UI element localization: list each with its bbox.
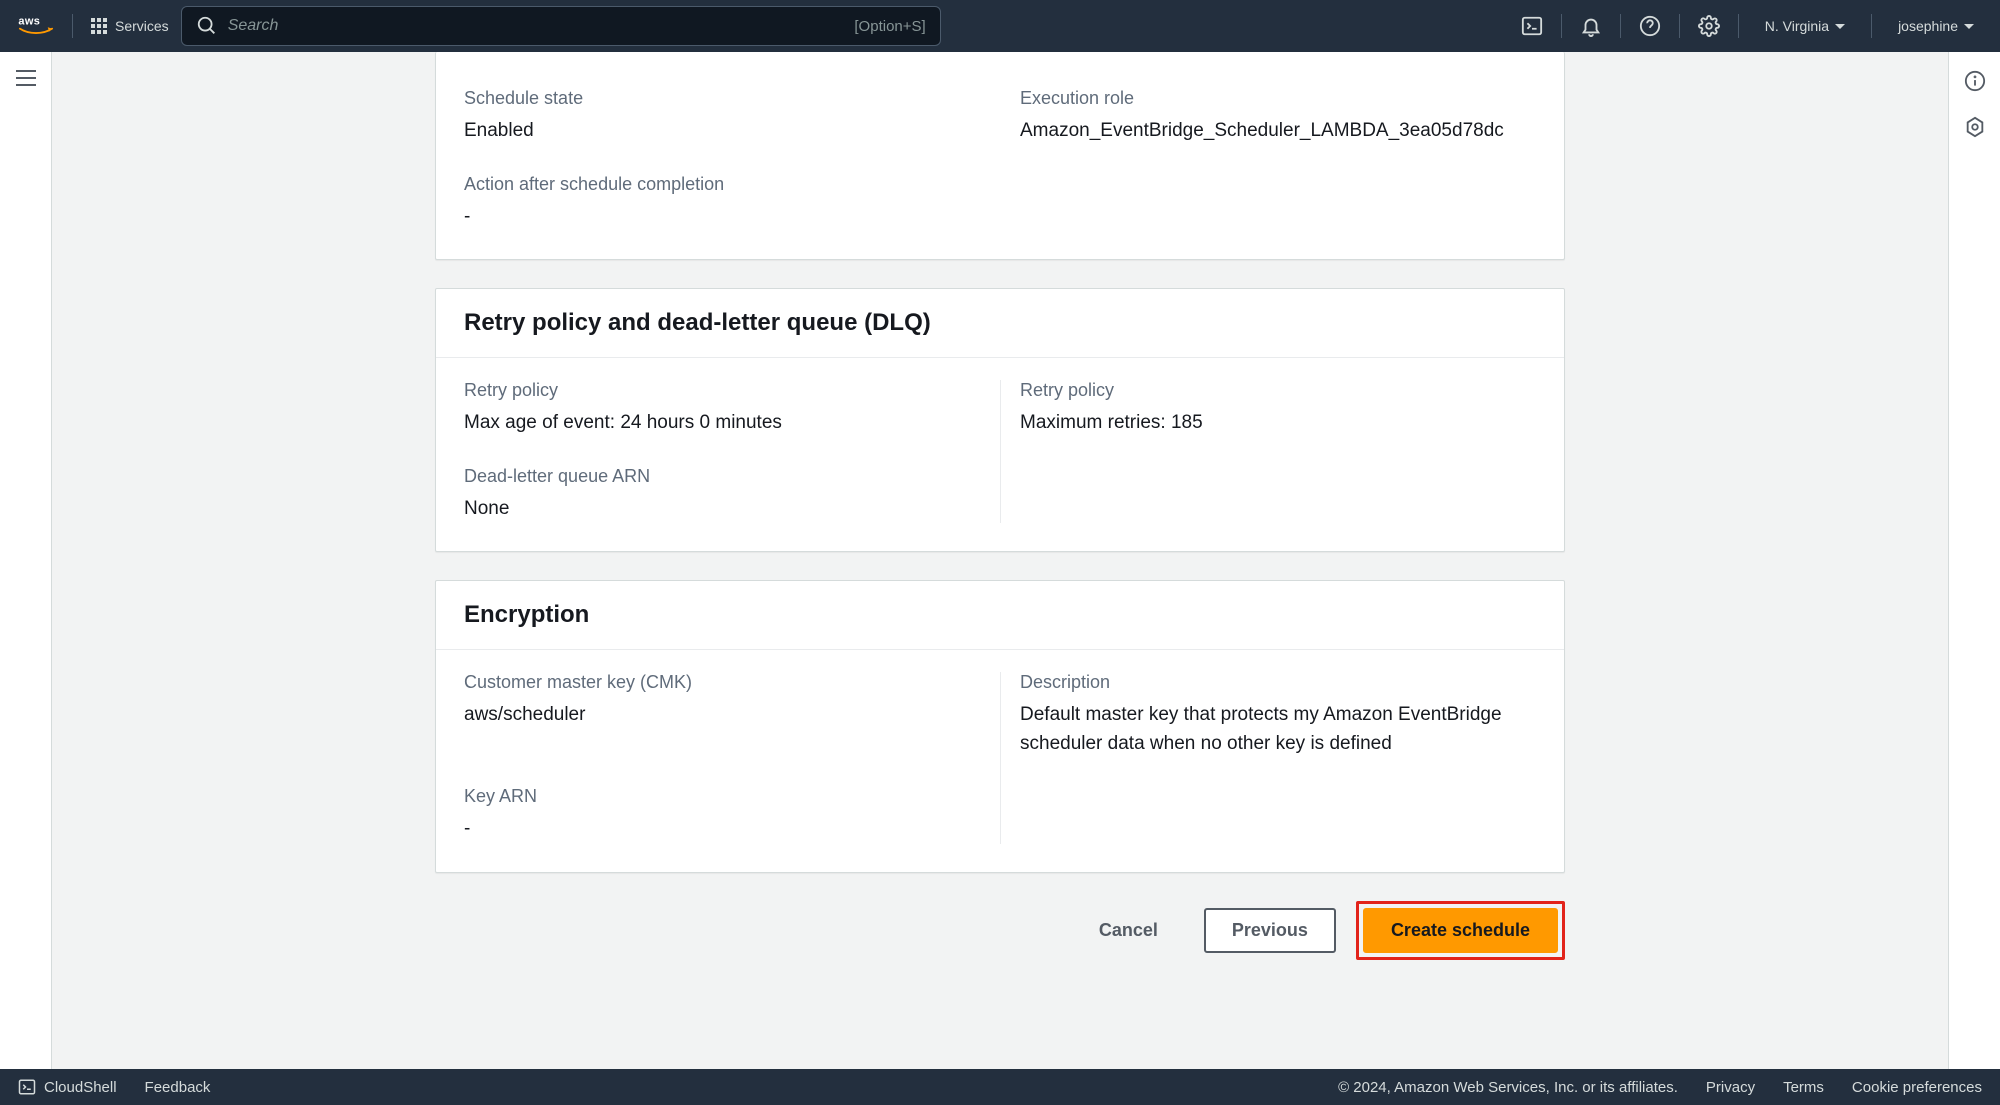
panel-encryption: Encryption Customer master key (CMK) aws… [435, 580, 1565, 873]
cloudshell-icon [18, 1078, 36, 1096]
aws-logo[interactable]: aws [18, 14, 54, 39]
services-label: Services [115, 18, 169, 34]
field-key-arn: Key ARN - [464, 786, 980, 844]
nav-divider [1738, 14, 1739, 38]
search-shortcut: [Option+S] [854, 18, 925, 35]
cloudshell-icon[interactable] [1521, 15, 1543, 37]
wizard-actions: Cancel Previous Create schedule [435, 901, 1565, 960]
chevron-down-icon [1964, 24, 1974, 29]
cloudshell-label: CloudShell [44, 1079, 117, 1096]
info-icon[interactable] [1964, 70, 1986, 92]
search-input[interactable] [228, 17, 845, 35]
label: Dead-letter queue ARN [464, 466, 980, 487]
footer: CloudShell Feedback © 2024, Amazon Web S… [0, 1069, 2000, 1105]
nav-divider [1871, 14, 1872, 38]
label: Retry policy [1020, 380, 1536, 401]
svg-text:aws: aws [18, 15, 40, 27]
panel-title: Retry policy and dead-letter queue (DLQ) [436, 289, 1564, 358]
field-description: Description Default master key that prot… [1020, 672, 1536, 758]
search-icon [196, 15, 218, 37]
label: Key ARN [464, 786, 980, 807]
privacy-link[interactable]: Privacy [1706, 1079, 1755, 1096]
label: Customer master key (CMK) [464, 672, 980, 693]
top-nav: aws Services [Option+S] N. Virginia jose… [0, 0, 2000, 52]
field-retry-max-retries: Retry policy Maximum retries: 185 [1020, 380, 1536, 438]
field-cmk: Customer master key (CMK) aws/scheduler [464, 672, 980, 758]
create-schedule-button[interactable]: Create schedule [1363, 908, 1558, 953]
value: aws/scheduler [464, 701, 980, 730]
field-retry-max-age: Retry policy Max age of event: 24 hours … [464, 380, 980, 438]
label: Description [1020, 672, 1536, 693]
field-action-after-completion: Action after schedule completion - [464, 174, 1536, 232]
diagnostic-icon[interactable] [1964, 116, 1986, 138]
field-schedule-state: Schedule state Enabled [464, 88, 980, 146]
cancel-button[interactable]: Cancel [1073, 910, 1184, 951]
panel-summary: Schedule state Enabled Execution role Am… [435, 52, 1565, 260]
account-menu[interactable]: josephine [1890, 18, 1982, 34]
left-rail [0, 52, 52, 1069]
nav-divider [1679, 14, 1680, 38]
label: Execution role [1020, 88, 1536, 109]
value: Max age of event: 24 hours 0 minutes [464, 409, 980, 438]
value: Amazon_EventBridge_Scheduler_LAMBDA_3ea0… [1020, 117, 1536, 146]
value: Default master key that protects my Amaz… [1020, 701, 1536, 758]
region-label: N. Virginia [1765, 18, 1829, 34]
cloudshell-link[interactable]: CloudShell [18, 1078, 117, 1096]
notifications-icon[interactable] [1580, 15, 1602, 37]
nav-divider [1561, 14, 1562, 38]
region-selector[interactable]: N. Virginia [1757, 18, 1853, 34]
sidebar-toggle[interactable] [16, 70, 36, 86]
terms-link[interactable]: Terms [1783, 1079, 1824, 1096]
chevron-down-icon [1835, 24, 1845, 29]
grid-icon [91, 18, 107, 34]
main-content: Schedule state Enabled Execution role Am… [52, 52, 1948, 1069]
user-label: josephine [1898, 18, 1958, 34]
label: Schedule state [464, 88, 980, 109]
panel-retry-dlq: Retry policy and dead-letter queue (DLQ)… [435, 288, 1565, 552]
nav-divider [72, 14, 73, 38]
annotation-highlight: Create schedule [1356, 901, 1565, 960]
field-dlq-arn: Dead-letter queue ARN None [464, 466, 980, 524]
services-menu[interactable]: Services [91, 18, 169, 34]
right-rail [1948, 52, 2000, 1069]
value: - [464, 815, 980, 844]
panel-title: Encryption [436, 581, 1564, 650]
nav-divider [1620, 14, 1621, 38]
value: Maximum retries: 185 [1020, 409, 1536, 438]
value: Enabled [464, 117, 980, 146]
settings-icon[interactable] [1698, 15, 1720, 37]
value: - [464, 203, 1536, 232]
copyright-text: © 2024, Amazon Web Services, Inc. or its… [1338, 1079, 1678, 1096]
label: Retry policy [464, 380, 980, 401]
previous-button[interactable]: Previous [1204, 908, 1336, 953]
label: Action after schedule completion [464, 174, 1536, 195]
cookies-link[interactable]: Cookie preferences [1852, 1079, 1982, 1096]
value: None [464, 495, 980, 524]
help-icon[interactable] [1639, 15, 1661, 37]
field-execution-role: Execution role Amazon_EventBridge_Schedu… [1020, 88, 1536, 146]
feedback-link[interactable]: Feedback [145, 1079, 211, 1096]
global-search[interactable]: [Option+S] [181, 6, 941, 46]
